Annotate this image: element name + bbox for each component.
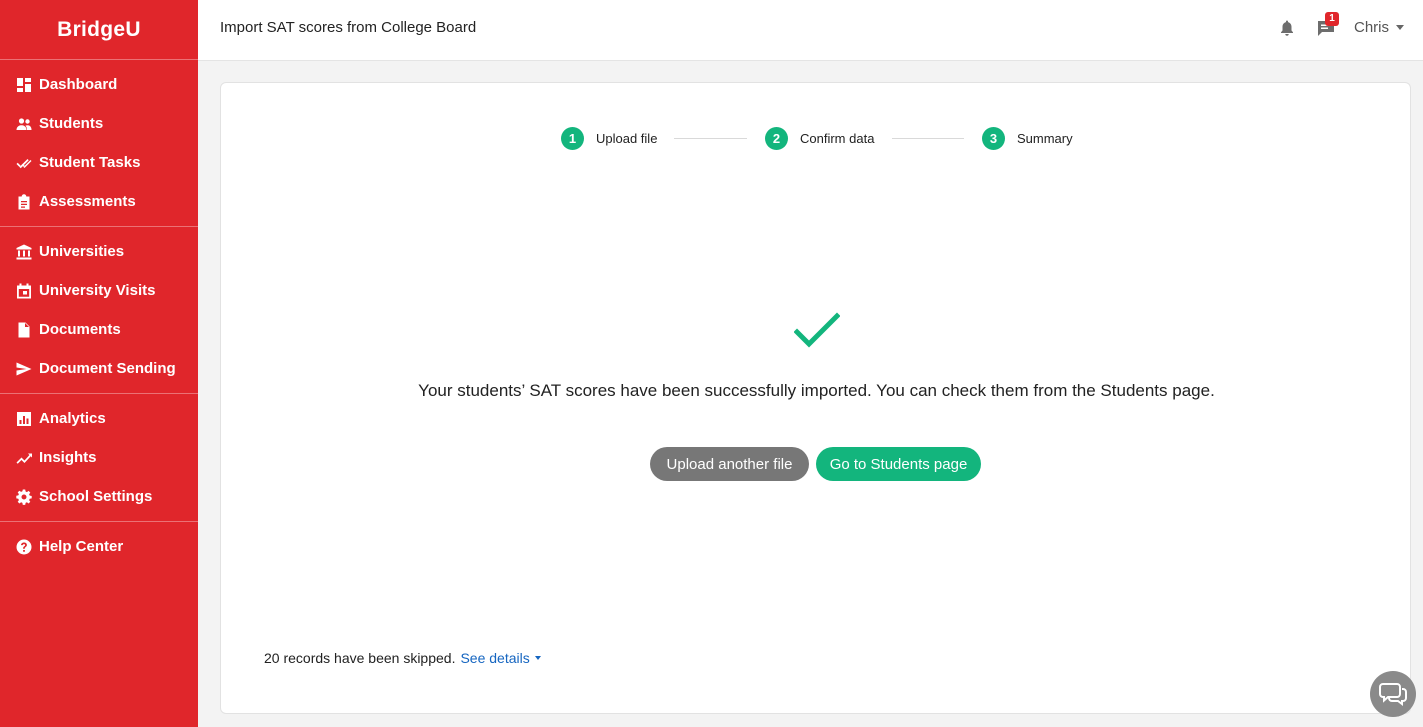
see-details-label: See details <box>460 650 530 666</box>
sidebar-item-universities[interactable]: Universities <box>0 232 198 271</box>
sidebar-item-label: University Visits <box>39 282 156 299</box>
send-icon <box>16 361 32 377</box>
sidebar-item-insights[interactable]: Insights <box>0 438 198 477</box>
step-label: Upload file <box>596 131 658 146</box>
document-icon <box>16 322 32 338</box>
sidebar-item-label: Assessments <box>39 193 136 210</box>
checkmark-icon <box>794 312 840 348</box>
bar-chart-icon <box>16 411 32 427</box>
step-number: 3 <box>982 127 1005 150</box>
bank-icon <box>16 244 32 260</box>
sidebar-item-label: Universities <box>39 243 125 260</box>
step-upload-file: 1 Upload file <box>561 127 657 150</box>
see-details-link[interactable]: See details <box>460 650 541 666</box>
skipped-records: 20 records have been skipped. See detail… <box>264 650 541 666</box>
step-number: 1 <box>561 127 584 150</box>
help-icon <box>16 539 32 555</box>
sidebar-item-student-tasks[interactable]: Student Tasks <box>0 143 198 182</box>
sidebar-item-assessments[interactable]: Assessments <box>0 182 198 221</box>
sidebar-item-documents[interactable]: Documents <box>0 310 198 349</box>
step-connector <box>892 138 964 139</box>
sidebar-item-label: Help Center <box>39 538 124 555</box>
sidebar-item-students[interactable]: Students <box>0 104 198 143</box>
sidebar-item-label: Students <box>39 115 104 132</box>
sidebar-item-label: Analytics <box>39 410 106 427</box>
logo-text: BridgeU <box>57 17 141 41</box>
notification-badge: 1 <box>1325 12 1339 26</box>
sidebar-item-label: Documents <box>39 321 121 338</box>
sidebar-item-label: Dashboard <box>39 76 118 93</box>
user-name: Chris <box>1354 19 1390 36</box>
bell-icon[interactable] <box>1278 19 1296 37</box>
sidebar-item-label: School Settings <box>39 488 153 505</box>
sidebar-item-university-visits[interactable]: University Visits <box>0 271 198 310</box>
sidebar-item-analytics[interactable]: Analytics <box>0 399 198 438</box>
logo[interactable]: BridgeU <box>0 0 198 60</box>
skipped-text: 20 records have been skipped. <box>264 650 456 666</box>
step-label: Confirm data <box>800 131 875 146</box>
top-bar: Import SAT scores from College Board 1 C… <box>198 0 1423 61</box>
step-confirm-data: 2 Confirm data <box>765 127 874 150</box>
step-label: Summary <box>1017 131 1073 146</box>
step-summary: 3 Summary <box>982 127 1073 150</box>
clipboard-icon <box>16 193 32 210</box>
step-number: 2 <box>765 127 788 150</box>
nav-group-universities: Universities University Visits Documents… <box>0 227 198 394</box>
sidebar-item-label: Document Sending <box>39 360 176 377</box>
gear-icon <box>16 489 32 505</box>
page-title: Import SAT scores from College Board <box>220 19 477 36</box>
chat-launcher-button[interactable] <box>1370 671 1416 717</box>
sidebar-item-label: Insights <box>39 449 97 466</box>
nav-group-analytics: Analytics Insights School Settings <box>0 394 198 522</box>
nav-group-help: Help Center <box>0 522 198 571</box>
success-message: Your students’ SAT scores have been succ… <box>418 381 1215 400</box>
sidebar: BridgeU Dashboard Students Student Tasks… <box>0 0 198 727</box>
chevron-down-icon <box>1396 25 1405 30</box>
sidebar-item-document-sending[interactable]: Document Sending <box>0 349 198 388</box>
people-icon <box>16 116 32 132</box>
dashboard-icon <box>16 77 32 93</box>
user-menu[interactable]: Chris <box>1354 19 1405 36</box>
go-to-students-button[interactable]: Go to Students page <box>816 447 981 481</box>
chat-bubbles-icon <box>1379 683 1407 706</box>
sidebar-item-help-center[interactable]: Help Center <box>0 527 198 566</box>
sidebar-item-label: Student Tasks <box>39 154 141 171</box>
import-summary-card: 1 Upload file 2 Confirm data 3 Summary Y… <box>220 82 1411 714</box>
calendar-icon <box>16 283 32 299</box>
sidebar-item-dashboard[interactable]: Dashboard <box>0 65 198 104</box>
nav-group-main: Dashboard Students Student Tasks Assessm… <box>0 60 198 227</box>
step-connector <box>674 138 747 139</box>
double-check-icon <box>16 155 32 171</box>
upload-another-file-button[interactable]: Upload another file <box>650 447 809 481</box>
chevron-down-icon <box>534 656 541 660</box>
sidebar-item-school-settings[interactable]: School Settings <box>0 477 198 516</box>
trend-icon <box>16 450 32 466</box>
